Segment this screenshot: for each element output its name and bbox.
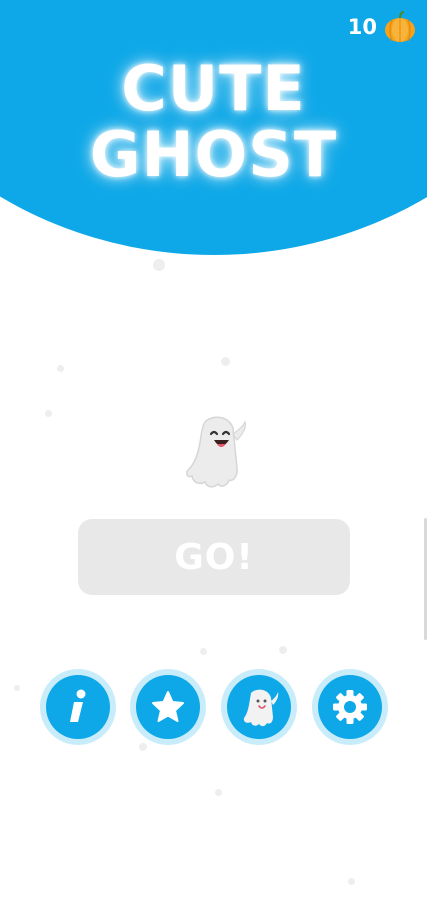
currency-display: 10 xyxy=(348,10,417,44)
snow-dot xyxy=(279,646,287,654)
settings-button-face xyxy=(318,675,382,739)
game-title-line-1: CUTE xyxy=(121,52,306,125)
star-button[interactable] xyxy=(130,669,206,745)
info-button[interactable] xyxy=(40,669,116,745)
snow-dot xyxy=(215,789,222,796)
ghost-icon xyxy=(186,416,247,488)
ghost-icon xyxy=(243,689,279,727)
currency-count: 10 xyxy=(347,15,377,39)
go-button[interactable]: GO! xyxy=(78,519,350,595)
game-title-line-2: GHOST xyxy=(89,118,338,191)
snow-dot xyxy=(221,357,230,366)
characters-button-face xyxy=(227,675,291,739)
game-main-menu: CUTE GHOST 10 GO! xyxy=(0,0,427,900)
snow-dot xyxy=(348,878,355,885)
snow-dot xyxy=(153,259,165,271)
snow-dot xyxy=(200,648,207,655)
info-icon xyxy=(70,689,86,722)
snow-dot xyxy=(57,365,64,372)
pumpkin-icon xyxy=(385,10,415,42)
star-icon xyxy=(152,691,184,722)
gear-icon xyxy=(333,690,367,724)
star-button-face xyxy=(136,675,200,739)
characters-button[interactable] xyxy=(221,669,297,745)
snow-dot xyxy=(45,410,52,417)
go-button-label: GO! xyxy=(174,536,254,578)
menu-buttons xyxy=(0,669,427,745)
info-button-face xyxy=(46,675,110,739)
settings-button[interactable] xyxy=(312,669,388,745)
